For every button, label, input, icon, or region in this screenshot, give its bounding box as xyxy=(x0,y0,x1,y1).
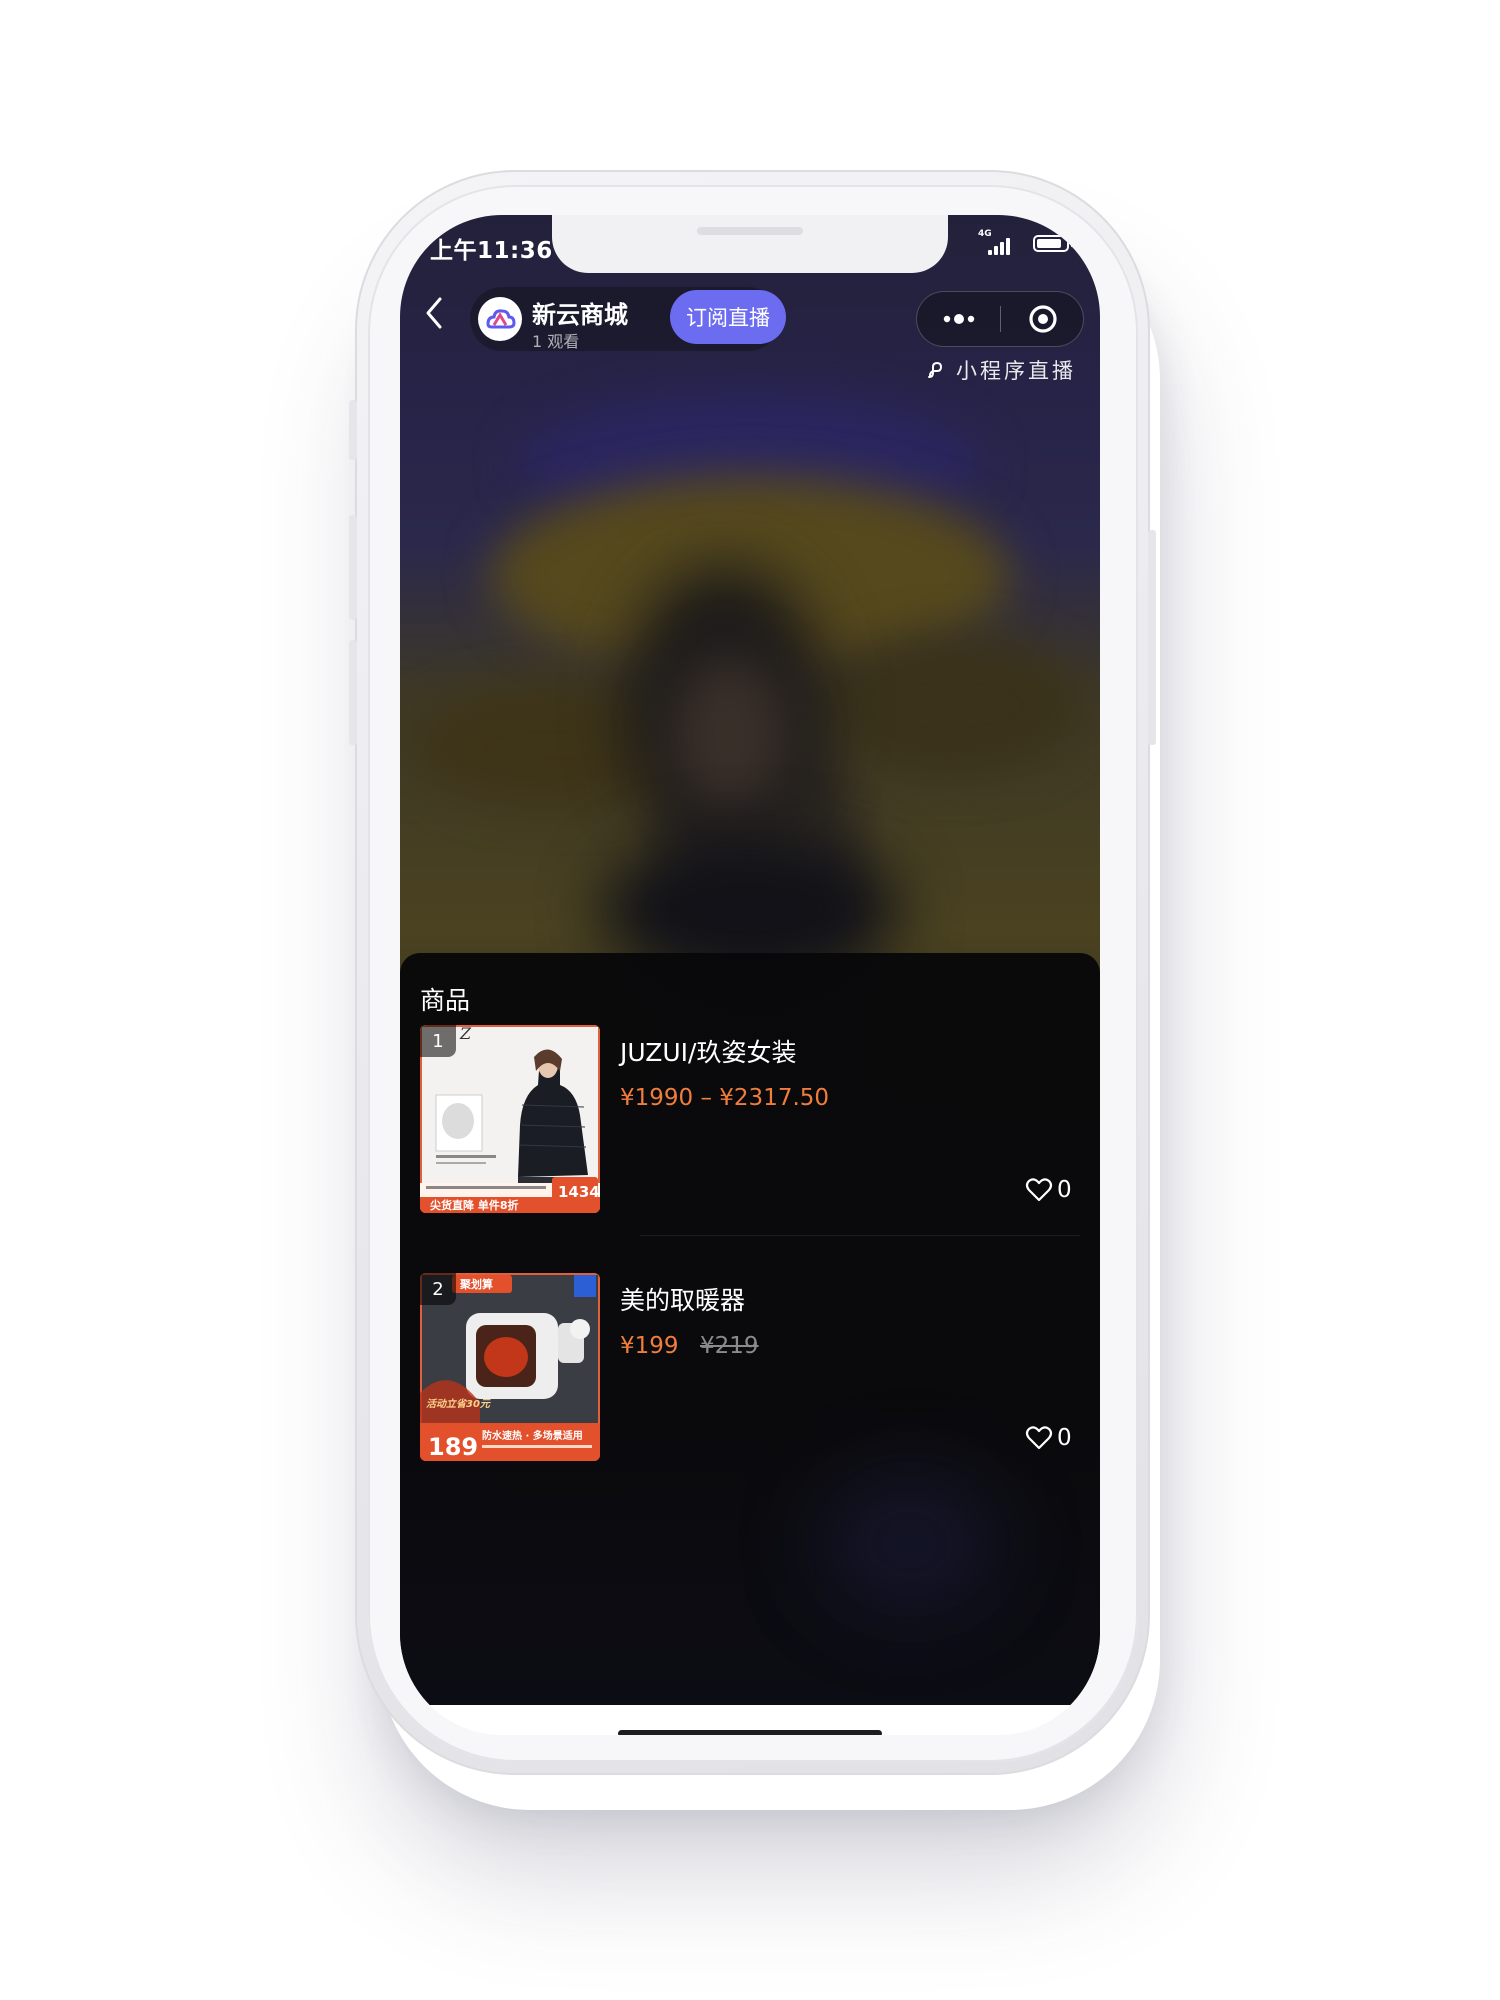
product-image[interactable]: 2 聚划算 活动立省30元 189 防水速热 · 多场景适用 xyxy=(420,1273,600,1461)
product-rank: 2 xyxy=(420,1273,456,1305)
notch xyxy=(552,215,948,273)
product-price: ¥1990 – ¥2317.50 xyxy=(620,1085,830,1111)
mini-program-live-label: 小程序直播 xyxy=(926,355,1076,385)
like-count: 0 xyxy=(1057,1425,1072,1451)
thumb-badge: 聚划算 xyxy=(459,1277,493,1291)
cellular-signal-icon: 4G xyxy=(978,229,1020,255)
host-avatar xyxy=(478,297,522,341)
product-panel: 商品 1 Z 尖货直降 单件8折 1434 JUZUI/玖姿女装 ¥1990 –… xyxy=(400,953,1100,1705)
product-price: ¥199 xyxy=(620,1333,679,1359)
product-rank: 1 xyxy=(420,1025,456,1057)
heart-icon xyxy=(1025,1426,1053,1450)
phone-screen: 上午11:36 4G 新云商城 1 观看 订阅直播 小程序直播 商品 1 Z 尖… xyxy=(400,215,1100,1735)
panel-title: 商品 xyxy=(420,986,471,1015)
row-divider xyxy=(640,1235,1080,1236)
target-close-icon xyxy=(1029,305,1057,333)
home-indicator[interactable] xyxy=(618,1730,882,1735)
capsule-divider xyxy=(1000,306,1001,332)
battery-cap xyxy=(1071,240,1074,247)
product-image[interactable]: 1 Z 尖货直降 单件8折 1434 xyxy=(420,1025,600,1213)
host-name: 新云商城 xyxy=(532,301,628,329)
more-button[interactable] xyxy=(927,300,991,338)
mini-program-icon xyxy=(928,361,943,378)
network-type: 4G xyxy=(978,229,992,239)
status-bar: 上午11:36 4G xyxy=(400,215,1100,275)
product-original-price: ¥219 xyxy=(700,1333,759,1359)
mini-program-live-text: 小程序直播 xyxy=(956,359,1076,383)
like-button[interactable]: 0 xyxy=(1025,1175,1072,1205)
thumb-banner: 尖货直降 单件8折 xyxy=(430,1198,518,1212)
thumb-price: 1434 xyxy=(558,1183,600,1201)
product-item[interactable]: 2 聚划算 活动立省30元 189 防水速热 · 多场景适用 美的取暖器 ¥19… xyxy=(420,1273,1080,1463)
mute-switch xyxy=(349,400,357,460)
thumb-slogan: 防水速热 · 多场景适用 xyxy=(482,1429,583,1442)
speaker-grille xyxy=(697,227,803,235)
thumb-price: 189 xyxy=(428,1433,478,1461)
volume-up-button xyxy=(349,515,357,620)
battery-icon xyxy=(1033,235,1069,252)
subscribe-button[interactable]: 订阅直播 xyxy=(670,290,786,344)
like-button[interactable]: 0 xyxy=(1025,1423,1072,1453)
thumb-promo: 活动立省30元 xyxy=(426,1398,491,1410)
heart-icon xyxy=(1025,1178,1053,1202)
mini-program-capsule xyxy=(916,291,1084,347)
status-time: 上午11:36 xyxy=(430,238,553,264)
back-button[interactable] xyxy=(418,293,454,333)
chevron-left-icon xyxy=(426,297,442,329)
product-name: JUZUI/玖姿女装 xyxy=(620,1038,797,1067)
viewer-count: 1 观看 xyxy=(532,332,580,351)
volume-down-button xyxy=(349,640,357,745)
product-item[interactable]: 1 Z 尖货直降 单件8折 1434 JUZUI/玖姿女装 ¥1990 – ¥2… xyxy=(420,1025,1080,1236)
more-dots-icon xyxy=(943,314,975,324)
power-button xyxy=(1148,530,1156,745)
like-count: 0 xyxy=(1057,1177,1072,1203)
svg-text:Z: Z xyxy=(459,1025,472,1043)
product-name: 美的取暖器 xyxy=(620,1286,746,1315)
cloud-logo-icon xyxy=(479,298,521,340)
close-mini-program-button[interactable] xyxy=(1011,300,1075,338)
